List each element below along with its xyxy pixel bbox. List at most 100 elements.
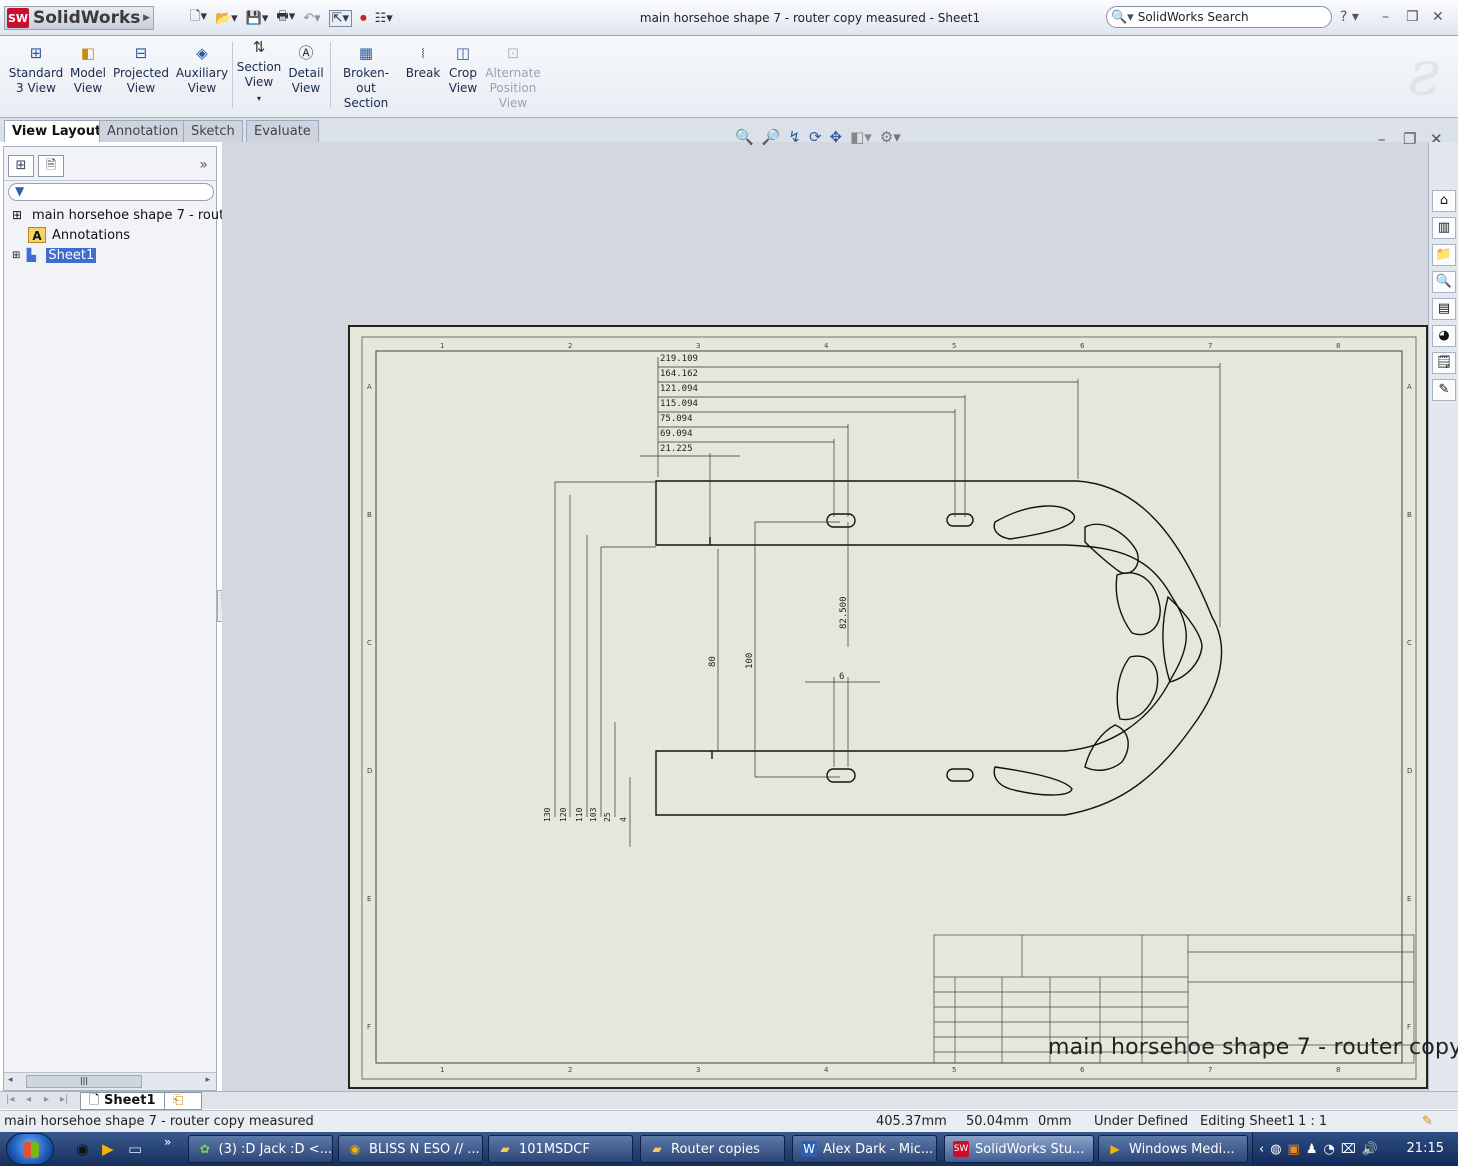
scroll-right-icon[interactable]: ▸ [205, 1075, 210, 1085]
alternate-position-view-button[interactable]: ⊡ Alternate Position View [485, 46, 541, 111]
chrome-quicklaunch-icon[interactable]: ◉ [76, 1140, 89, 1158]
dimension-horizontal: 219.109 [660, 354, 698, 364]
quicklaunch-more-icon[interactable]: » [164, 1135, 171, 1149]
feature-tree-tab-icon[interactable]: ⊞ [8, 155, 34, 177]
horseshoe-part-outline [655, 480, 1223, 816]
taskbar-item-3[interactable]: ▰ 101MSDCF [488, 1135, 633, 1163]
folder-icon: ▰ [500, 1142, 510, 1156]
feature-manager-header: ⊞ 🗎 » [4, 147, 216, 181]
separator [330, 42, 331, 108]
solidworks-menu-button[interactable]: SW SolidWorks ▶ [4, 6, 154, 30]
quick-tips-icon[interactable]: ✎ [1422, 1114, 1433, 1129]
taskbar-item-7[interactable]: ▶ Windows Medi... [1098, 1135, 1248, 1163]
crop-view-button[interactable]: ◫ Crop View [446, 46, 480, 96]
drawing-sheet[interactable]: 1122334455667788AABBCCDDEEFF 219.109 164… [348, 325, 1458, 1089]
next-sheet-icon[interactable]: ▸ [44, 1094, 49, 1105]
view-palette-icon[interactable]: ▤ [1432, 298, 1456, 320]
tab-evaluate[interactable]: Evaluate [246, 120, 319, 142]
last-sheet-icon[interactable]: ▸| [60, 1094, 68, 1105]
connection-icon[interactable]: ⌧ [1341, 1142, 1356, 1157]
search-results-icon[interactable]: 🔍 [1432, 271, 1456, 293]
first-sheet-icon[interactable]: |◂ [6, 1094, 14, 1105]
media-player-icon: ▶ [1110, 1142, 1120, 1156]
media-player-quicklaunch-icon[interactable]: ▶ [102, 1140, 114, 1158]
doc-restore-icon[interactable]: ❐ [1403, 130, 1416, 148]
tab-annotation[interactable]: Annotation [99, 120, 187, 142]
forum-icon[interactable]: ✎ [1432, 379, 1456, 401]
taskbar-item-solidworks[interactable]: SW SolidWorks Stu... [944, 1135, 1094, 1163]
volume-icon[interactable]: 🔊 [1362, 1142, 1378, 1157]
section-view-dropdown-icon[interactable]: ▾ [257, 94, 261, 103]
menu-arrow-icon: ▶ [143, 13, 150, 23]
doc-minimize-icon[interactable]: – [1378, 130, 1386, 148]
solidworks-search-input[interactable]: 🔍▾ SolidWorks Search [1106, 6, 1332, 28]
options-icon[interactable]: ☷▾ [375, 11, 393, 26]
horizontal-scrollbar[interactable]: ◂ ||| ▸ [4, 1072, 216, 1090]
tree-item-annotations[interactable]: A Annotations [28, 227, 130, 243]
standard-3-view-button[interactable]: ⊞ Standard 3 View [8, 46, 64, 96]
rebuild-icon[interactable]: ⏺ [360, 11, 367, 26]
custom-properties-icon[interactable]: 🗒 [1432, 352, 1456, 374]
save-icon[interactable]: 💾▾ [246, 11, 269, 26]
tree-item-sheet1[interactable]: ⊞ ▙ Sheet1 [12, 247, 97, 263]
file-explorer-icon[interactable]: 📁 [1432, 244, 1456, 266]
bluetooth-icon[interactable]: ◔ [1324, 1142, 1335, 1157]
tree-item-drawing[interactable]: ⊞ main horsehoe shape 7 - route [8, 207, 232, 223]
feature-manager-panel: ⊞ 🗎 » ▼ ⊞ main horsehoe shape 7 - route … [3, 146, 232, 1091]
undo-icon[interactable]: ↶▾ [303, 11, 320, 26]
help-icon[interactable]: ? ▾ [1340, 9, 1359, 25]
feature-filter-input[interactable]: ▼ [8, 183, 214, 201]
antivirus-icon[interactable]: ▣ [1288, 1142, 1300, 1157]
zone-number-bottom: 2 [568, 1066, 572, 1074]
show-desktop-icon[interactable]: ▭ [128, 1140, 142, 1158]
expand-icon[interactable]: ⊞ [12, 250, 20, 261]
taskbar-item-4[interactable]: ▰ Router copies [640, 1135, 785, 1163]
zone-letter-left: F [367, 1023, 371, 1031]
rotate-view-icon[interactable]: ⟳ [809, 128, 822, 146]
zoom-to-fit-icon[interactable]: 🔍 [735, 128, 754, 146]
section-view-button[interactable]: ⇅ Section View ▾ [236, 40, 282, 106]
tray-expand-icon[interactable]: ‹ [1259, 1142, 1264, 1157]
tab-sketch[interactable]: Sketch [183, 120, 243, 142]
restore-icon[interactable]: ❐ [1406, 9, 1419, 25]
model-view-button[interactable]: ◧ Model View [68, 46, 108, 96]
print-icon[interactable]: 🖶▾ [276, 7, 295, 29]
view-settings-icon[interactable]: ⚙▾ [880, 128, 901, 146]
break-button[interactable]: ⧙ Break [404, 46, 442, 81]
design-library-icon[interactable]: ▥ [1432, 217, 1456, 239]
sheet-tab-sheet1[interactable]: 🗋 Sheet1 [80, 1092, 165, 1110]
select-icon[interactable]: ⇱▾ [328, 9, 353, 27]
tab-view-layout[interactable]: View Layout [4, 120, 110, 142]
appearances-icon[interactable]: ◕ [1432, 325, 1456, 347]
previous-view-icon[interactable]: ↯ [788, 128, 801, 146]
projected-view-button[interactable]: ⊟ Projected View [112, 46, 170, 96]
network-icon[interactable]: ◍ [1270, 1142, 1281, 1157]
auxiliary-view-button[interactable]: ◈ Auxiliary View [175, 46, 229, 96]
taskbar-item-5[interactable]: W Alex Dark - Mic... [792, 1135, 937, 1163]
crop-view-icon: ◫ [455, 44, 471, 62]
display-style-icon[interactable]: ◧▾ [850, 128, 872, 146]
add-sheet-button[interactable]: ⎗ [164, 1092, 202, 1110]
new-document-icon[interactable]: 🗋▾ [190, 7, 207, 29]
solidworks-resources-icon[interactable]: ⌂ [1432, 190, 1456, 212]
minimize-icon[interactable]: – [1382, 9, 1389, 25]
users-icon[interactable]: ♟ [1306, 1142, 1318, 1157]
pan-icon[interactable]: ✥ [830, 128, 843, 146]
expand-panel-icon[interactable]: » [199, 157, 208, 173]
close-icon[interactable]: ✕ [1432, 9, 1444, 25]
zoom-to-area-icon[interactable]: 🔎 [762, 128, 781, 146]
prev-sheet-icon[interactable]: ◂ [26, 1094, 31, 1105]
quick-access-toolbar: 🗋▾ 📂▾ 💾▾ 🖶▾ ↶▾ ⇱▾ ⏺ ☷▾ [190, 8, 401, 28]
broken-out-section-button[interactable]: ▦ Broken-out Section [334, 46, 398, 111]
property-manager-tab-icon[interactable]: 🗎 [38, 155, 64, 177]
clock[interactable]: 21:15 [1407, 1141, 1444, 1156]
start-button[interactable] [6, 1133, 54, 1165]
taskbar-item-1[interactable]: ✿ (3) :D Jack :D <... [188, 1135, 333, 1163]
taskbar-item-2[interactable]: ◉ BLISS N ESO // ... [338, 1135, 483, 1163]
detail-view-button[interactable]: Ⓐ Detail View [287, 46, 325, 96]
scrollbar-thumb[interactable]: ||| [26, 1075, 142, 1088]
zone-number-bottom: 1 [440, 1066, 444, 1074]
scroll-left-icon[interactable]: ◂ [8, 1075, 13, 1085]
dimension-horizontal: 69.094 [660, 429, 693, 439]
open-icon[interactable]: 📂▾ [215, 11, 238, 26]
